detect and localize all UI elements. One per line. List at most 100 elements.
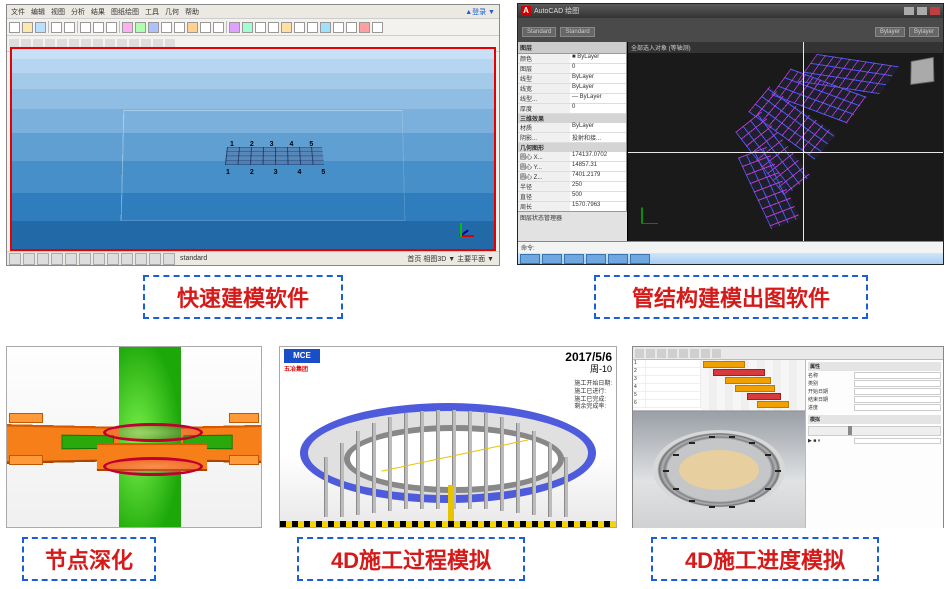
tool-icon[interactable] <box>148 22 159 33</box>
property-row[interactable]: 颜色■ ByLayer <box>518 54 626 64</box>
menu-result[interactable]: 结果 <box>91 7 105 17</box>
menu-view[interactable]: 视图 <box>51 7 65 17</box>
property-field[interactable]: 名称 <box>808 372 941 379</box>
status-icon[interactable] <box>65 253 77 265</box>
new-icon[interactable] <box>9 22 20 33</box>
status-icon[interactable] <box>93 253 105 265</box>
property-row[interactable]: 线型ByLayer <box>518 74 626 84</box>
tool-icon[interactable] <box>281 22 292 33</box>
tool-icon[interactable] <box>229 22 240 33</box>
tool-icon[interactable] <box>372 22 383 33</box>
minimize-icon[interactable] <box>904 7 914 15</box>
tool-icon[interactable] <box>187 22 198 33</box>
menu-draw[interactable]: 图纸绘图 <box>111 7 139 17</box>
menu-help[interactable]: 帮助 <box>185 7 199 17</box>
tool-icon[interactable] <box>161 22 172 33</box>
taskbar-button[interactable] <box>564 254 584 264</box>
tool-icon[interactable] <box>294 22 305 33</box>
status-icon[interactable] <box>51 253 63 265</box>
status-view-mode[interactable]: 首页 相图3D ▼ 主要平面 ▼ <box>404 254 497 264</box>
property-row[interactable]: 圆心 Y...14857.31 <box>518 162 626 172</box>
menu-geom[interactable]: 几何 <box>165 7 179 17</box>
tool-icon[interactable] <box>359 22 370 33</box>
redo-icon[interactable] <box>64 22 75 33</box>
viewcube-icon[interactable] <box>910 57 934 85</box>
tool-icon[interactable] <box>268 22 279 33</box>
tool-icon[interactable] <box>255 22 266 33</box>
menu-file[interactable]: 文件 <box>11 7 25 17</box>
property-row[interactable]: 圆心 Z...7401.2179 <box>518 172 626 182</box>
tool-icon[interactable] <box>646 349 655 358</box>
taskbar-button[interactable] <box>586 254 606 264</box>
cut-icon[interactable] <box>80 22 91 33</box>
taskbar-button[interactable] <box>520 254 540 264</box>
tool-icon[interactable] <box>701 349 710 358</box>
status-icon[interactable] <box>121 253 133 265</box>
tool-icon[interactable] <box>307 22 318 33</box>
tool-icon[interactable] <box>333 22 344 33</box>
layer-dropdown[interactable]: Bylayer <box>909 27 939 37</box>
property-row[interactable]: 半径250 <box>518 182 626 192</box>
menu-bar[interactable]: 文件 编辑 视图 分析 结果 图纸绘图 工具 几何 帮助 ▲登录 ▼ <box>7 5 499 19</box>
time-slider[interactable] <box>808 426 941 436</box>
tool-icon[interactable] <box>657 349 666 358</box>
slider-knob[interactable] <box>848 426 852 435</box>
status-icon[interactable] <box>37 253 49 265</box>
tool-icon[interactable] <box>668 349 677 358</box>
tool-icon[interactable] <box>635 349 644 358</box>
property-row[interactable]: 图层0 <box>518 64 626 74</box>
maximize-icon[interactable] <box>917 7 927 15</box>
login-button[interactable]: ▲登录 ▼ <box>465 7 495 17</box>
property-field[interactable]: 类别 <box>808 380 941 387</box>
taskbar-button[interactable] <box>542 254 562 264</box>
tool-icon[interactable] <box>712 349 721 358</box>
save-icon[interactable] <box>35 22 46 33</box>
property-row[interactable]: 阴影...投射和接... <box>518 133 626 143</box>
status-icon[interactable] <box>9 253 21 265</box>
layer-dropdown[interactable]: Bylayer <box>875 27 905 37</box>
status-icon[interactable] <box>79 253 91 265</box>
tool-icon[interactable] <box>122 22 133 33</box>
paste-icon[interactable] <box>106 22 117 33</box>
property-field[interactable]: 结束日期 <box>808 396 941 403</box>
property-field[interactable]: 开始日期 <box>808 388 941 395</box>
tool-icon[interactable] <box>213 22 224 33</box>
viewport-3d[interactable]: 1 2 3 4 5 1 2 3 4 5 <box>10 47 496 251</box>
property-row[interactable]: 圆心 X...174137.0702 <box>518 152 626 162</box>
menu-analyze[interactable]: 分析 <box>71 7 85 17</box>
tool-icon[interactable] <box>174 22 185 33</box>
property-row[interactable]: 线宽ByLayer <box>518 84 626 94</box>
gantt-chart[interactable]: 1 2 3 4 5 6 <box>633 360 805 411</box>
tool-icon[interactable] <box>679 349 688 358</box>
layer-manager[interactable]: 图层状态管理器 <box>518 211 627 242</box>
tool-icon[interactable] <box>320 22 331 33</box>
taskbar-button[interactable] <box>630 254 650 264</box>
viewport-3d[interactable] <box>633 411 805 528</box>
copy-icon[interactable] <box>93 22 104 33</box>
close-icon[interactable] <box>930 7 940 15</box>
property-row[interactable]: 线型...— ByLayer <box>518 94 626 104</box>
drawing-canvas[interactable]: 全部选入对象 (等轴测) <box>627 42 943 242</box>
command-line[interactable]: 命令: <box>518 241 943 253</box>
style-dropdown[interactable]: Standard <box>522 27 556 37</box>
status-icon[interactable] <box>107 253 119 265</box>
menu-tools[interactable]: 工具 <box>145 7 159 17</box>
undo-icon[interactable] <box>51 22 62 33</box>
property-row[interactable]: 材质ByLayer <box>518 123 626 133</box>
tool-icon[interactable] <box>346 22 357 33</box>
tool-icon[interactable] <box>690 349 699 358</box>
tool-icon[interactable] <box>242 22 253 33</box>
status-icon[interactable] <box>23 253 35 265</box>
taskbar-button[interactable] <box>608 254 628 264</box>
property-row[interactable]: 直径500 <box>518 192 626 202</box>
status-icon[interactable] <box>149 253 161 265</box>
sim-control-row[interactable]: ▶ ■ ⏸ <box>808 438 941 444</box>
style-dropdown[interactable]: Standard <box>560 27 594 37</box>
property-row[interactable]: 厚度0 <box>518 104 626 114</box>
viewport-tab[interactable]: 全部选入对象 (等轴测) <box>628 42 943 53</box>
property-field[interactable]: 进度 <box>808 404 941 411</box>
status-icon[interactable] <box>163 253 175 265</box>
status-icon[interactable] <box>135 253 147 265</box>
tool-icon[interactable] <box>135 22 146 33</box>
tool-icon[interactable] <box>200 22 211 33</box>
